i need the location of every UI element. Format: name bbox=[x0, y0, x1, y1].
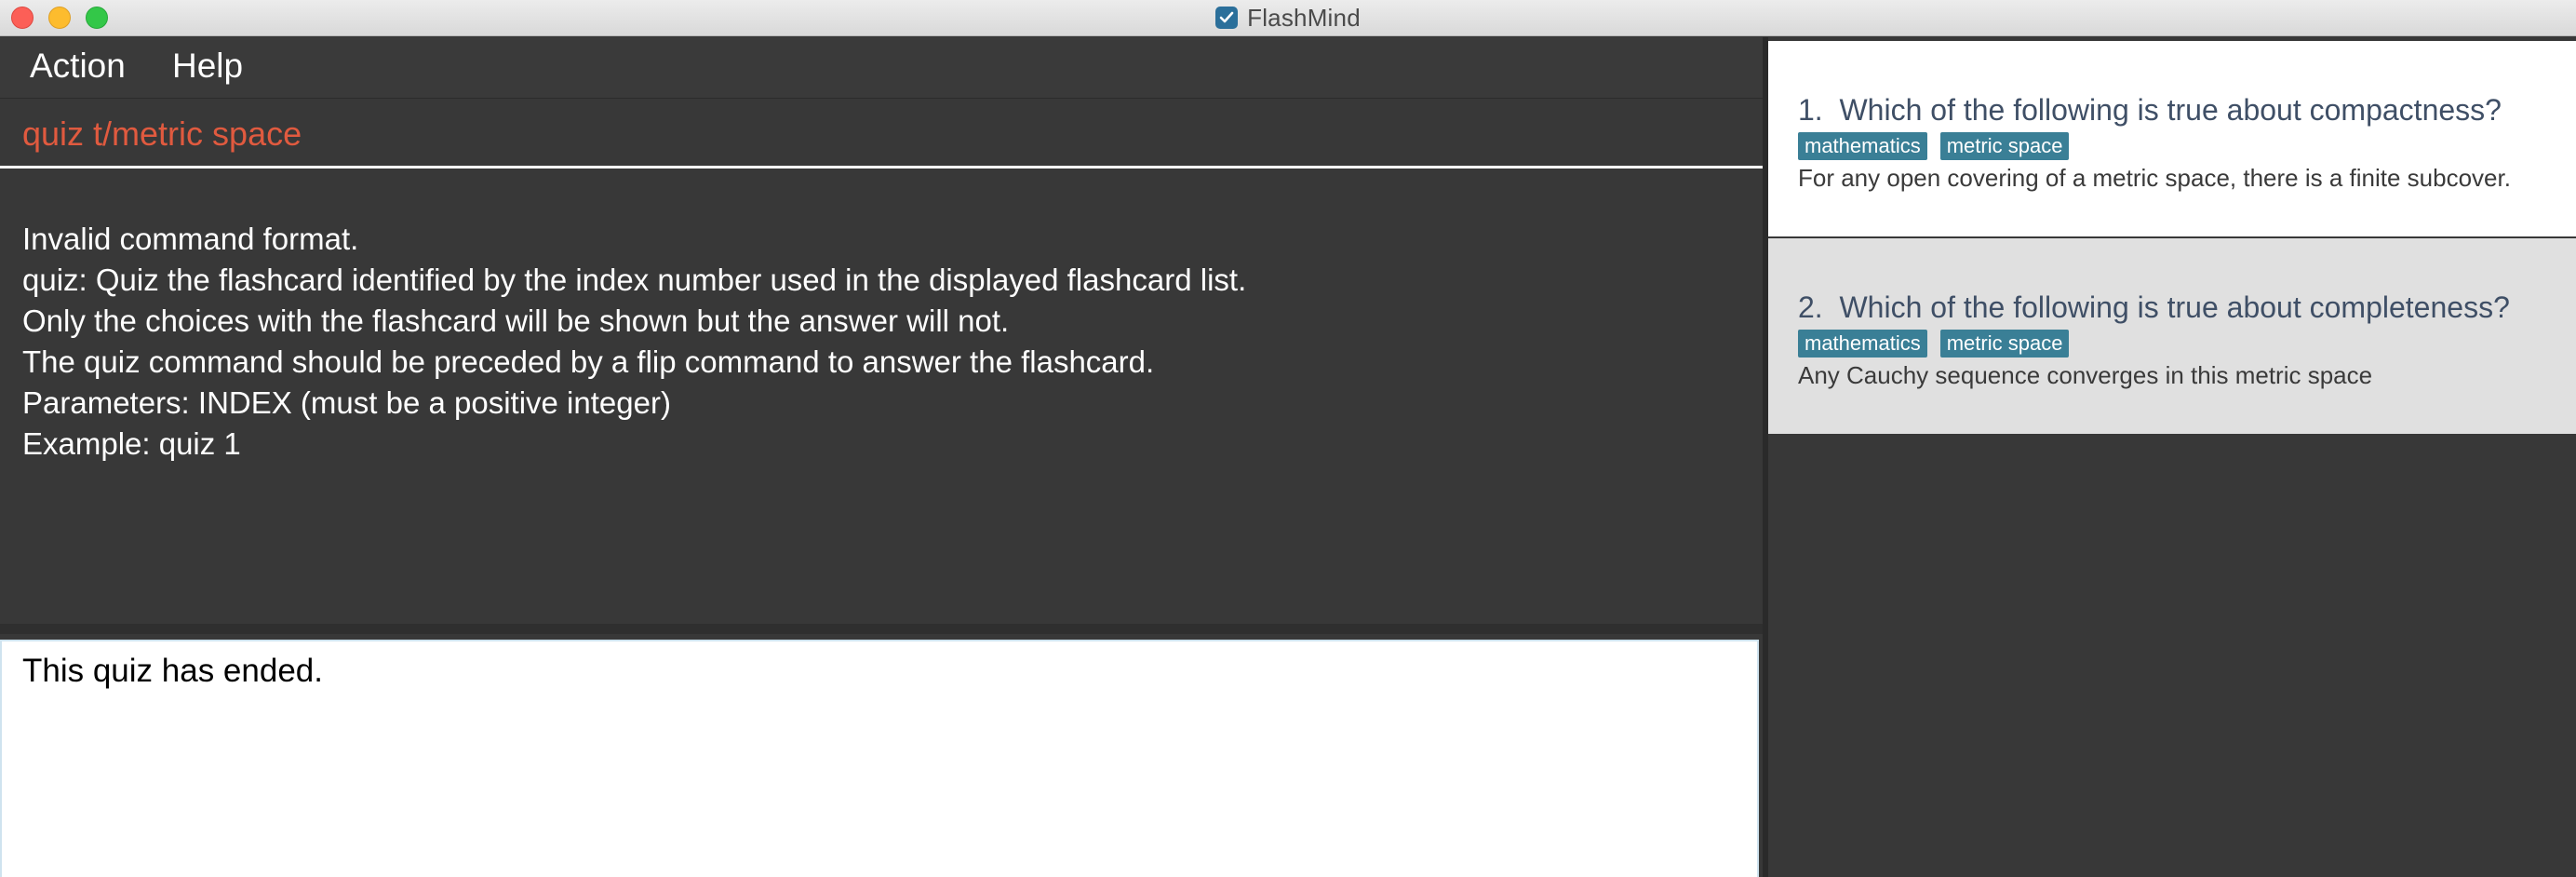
quiz-status-text: This quiz has ended. bbox=[22, 653, 323, 689]
result-line: The quiz command should be preceded by a… bbox=[22, 344, 1155, 379]
flashcard-index: 2. bbox=[1798, 290, 1823, 324]
flashcard-question: 2. Which of the following is true about … bbox=[1798, 290, 2510, 325]
flashcard-index: 1. bbox=[1798, 93, 1823, 127]
title-bar: FlashMind bbox=[0, 0, 2576, 36]
flashcard-list-item[interactable]: 2. Which of the following is true about … bbox=[1768, 238, 2576, 434]
result-line: Parameters: INDEX (must be a positive in… bbox=[22, 385, 671, 420]
left-pane: Action Help Invalid command format. quiz… bbox=[0, 37, 1763, 877]
pane-divider[interactable] bbox=[0, 624, 1763, 634]
flashmind-app-icon bbox=[1215, 7, 1239, 29]
flashcard-answer: For any open covering of a metric space,… bbox=[1798, 164, 2511, 192]
menu-help[interactable]: Help bbox=[172, 47, 243, 86]
flashcard-tags: mathematics metric space bbox=[1798, 132, 2070, 160]
flashcard-answer: Any Cauchy sequence converges in this me… bbox=[1798, 361, 2373, 389]
flashcard-question-text: Which of the following is true about com… bbox=[1839, 290, 2510, 324]
quiz-panel: This quiz has ended. bbox=[0, 640, 1759, 877]
tag-badge: metric space bbox=[1939, 330, 2070, 358]
tag-badge: mathematics bbox=[1798, 132, 1927, 160]
command-input-underline bbox=[0, 166, 1763, 169]
result-display: Invalid command format. quiz: Quiz the f… bbox=[0, 169, 1763, 672]
flashcard-list[interactable]: 1. Which of the following is true about … bbox=[1768, 37, 2576, 877]
window-title: FlashMind bbox=[1247, 3, 1361, 32]
menu-bar: Action Help bbox=[0, 37, 1763, 99]
tag-badge: metric space bbox=[1939, 132, 2070, 160]
result-line: quiz: Quiz the flashcard identified by t… bbox=[22, 263, 1247, 297]
window-title-group: FlashMind bbox=[0, 0, 2576, 35]
flashcard-question-text: Which of the following is true about com… bbox=[1839, 93, 2502, 127]
tag-badge: mathematics bbox=[1798, 330, 1927, 358]
result-line: Invalid command format. bbox=[22, 222, 359, 256]
menu-action[interactable]: Action bbox=[30, 47, 126, 86]
flashcard-list-item[interactable]: 1. Which of the following is true about … bbox=[1768, 41, 2576, 236]
flashcard-question: 1. Which of the following is true about … bbox=[1798, 93, 2502, 128]
command-input[interactable] bbox=[22, 111, 1735, 157]
result-line: Example: quiz 1 bbox=[22, 426, 241, 461]
flashcard-tags: mathematics metric space bbox=[1798, 330, 2070, 358]
result-line: Only the choices with the flashcard will… bbox=[22, 304, 1010, 338]
app-window: FlashMind Action Help Invalid command fo… bbox=[0, 0, 2576, 877]
